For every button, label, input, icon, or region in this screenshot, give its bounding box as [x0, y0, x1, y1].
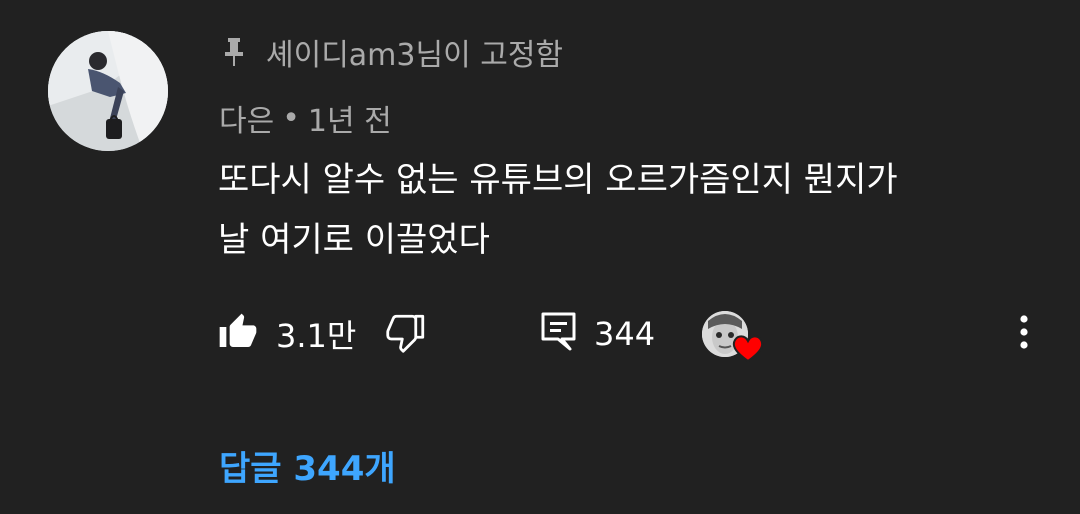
- pinned-indicator: 셰이디am3님이 고정함: [220, 32, 564, 73]
- author-avatar[interactable]: [48, 31, 168, 151]
- dislike-button[interactable]: [386, 306, 428, 362]
- comment-icon: [540, 311, 578, 357]
- comment-text: 또다시 알수 없는 유튜브의 오르가즘인지 뭔지가 날 여기로 이끌었다: [218, 160, 898, 260]
- like-count: 3.1만: [276, 317, 357, 355]
- more-options-button[interactable]: [1014, 306, 1034, 362]
- thumb-up-icon: [218, 312, 258, 356]
- pinned-label: 셰이디am3님이 고정함: [266, 38, 564, 73]
- pin-icon: [220, 34, 248, 70]
- more-vertical-icon: [1019, 315, 1029, 353]
- comment-meta: 다은 • 1년 전: [219, 96, 392, 140]
- reply-count: 344: [594, 315, 656, 353]
- like-button[interactable]: [218, 306, 258, 362]
- reply-button[interactable]: [540, 306, 578, 362]
- meta-separator: •: [282, 100, 300, 136]
- heart-icon: [732, 334, 764, 363]
- comment-time[interactable]: 1년 전: [308, 96, 392, 140]
- thumb-down-icon: [386, 311, 428, 357]
- view-replies-link[interactable]: 답글 344개: [219, 440, 396, 490]
- comment-actions: 3.1만 344: [218, 306, 1048, 363]
- author-name[interactable]: 다은: [219, 96, 274, 140]
